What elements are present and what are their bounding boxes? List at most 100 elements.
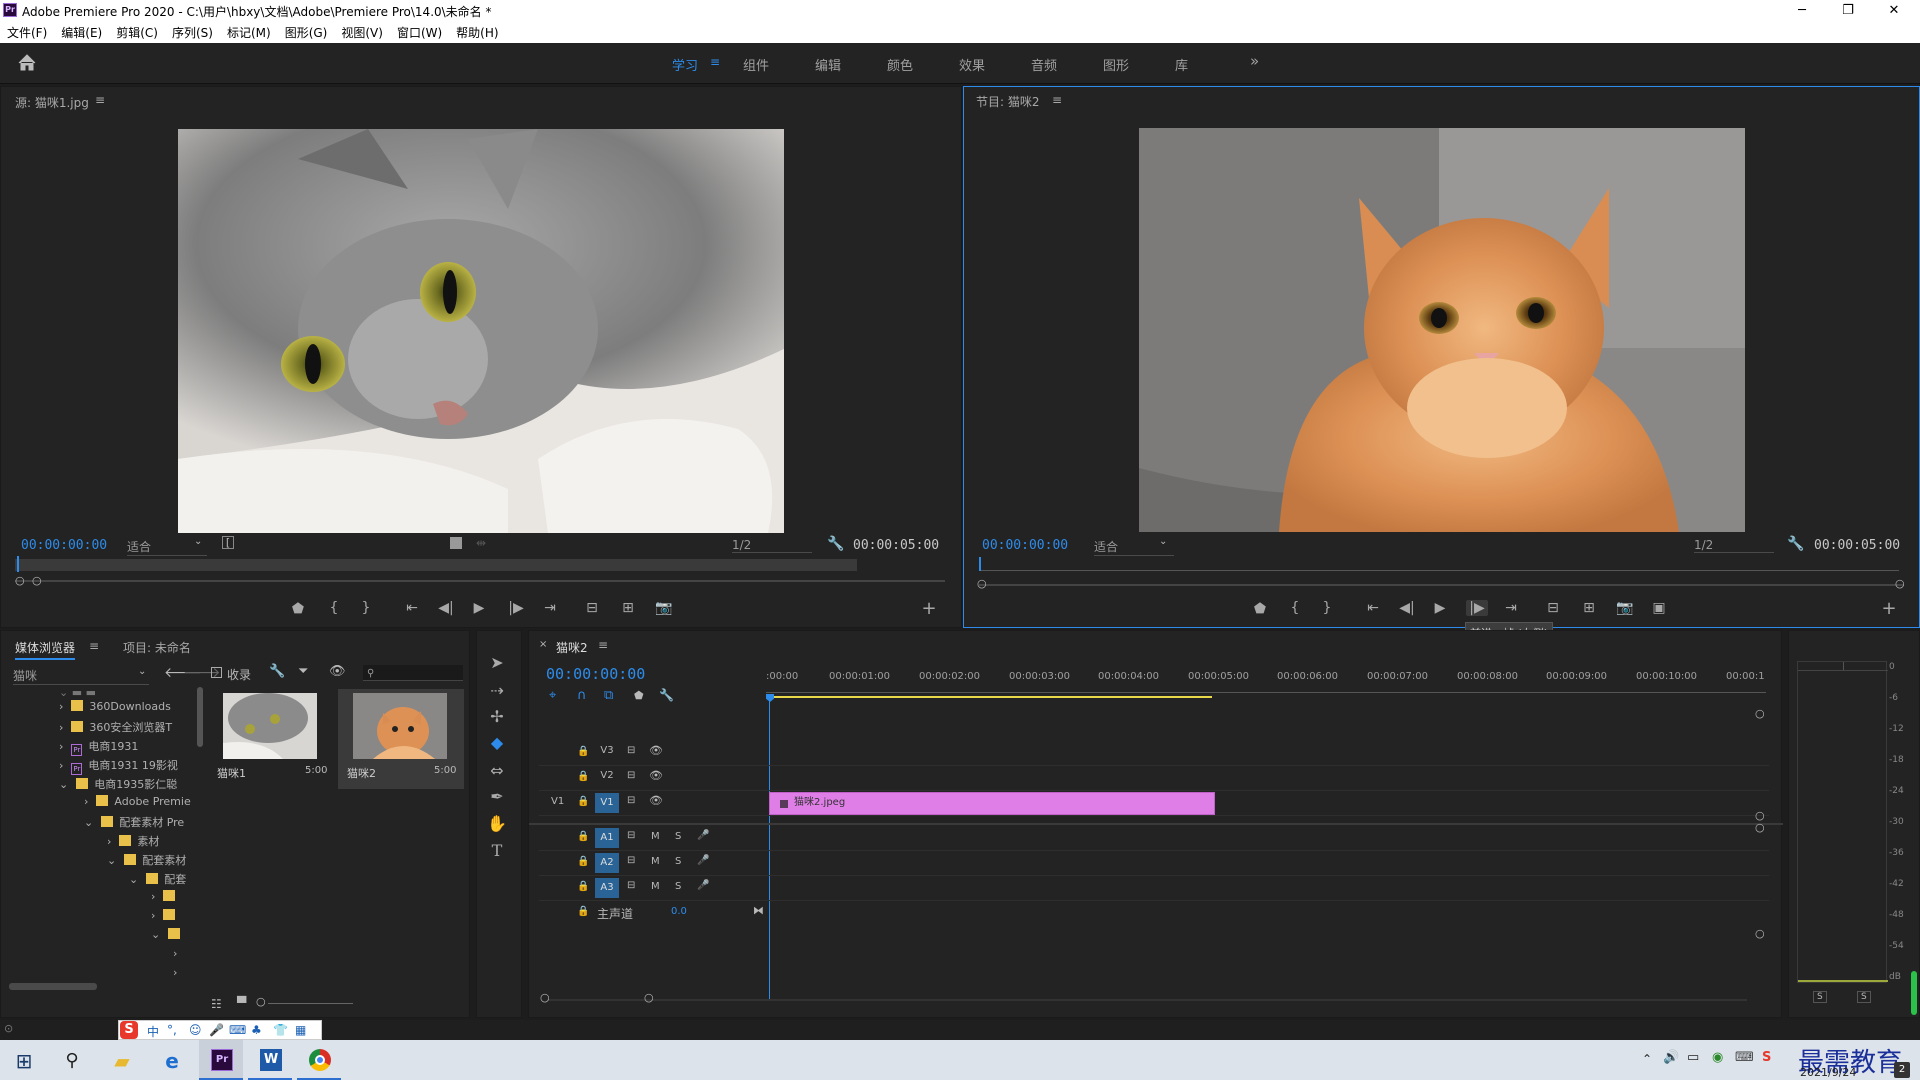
restore-icon[interactable]: ❐: [1825, 0, 1871, 21]
work-area-bar[interactable]: [766, 696, 1212, 698]
menu-edit[interactable]: 编辑(E): [54, 21, 109, 41]
source-patch[interactable]: V1: [551, 796, 564, 807]
tree-item[interactable]: ⌄: [151, 928, 186, 941]
lock-icon[interactable]: 🔒: [577, 796, 589, 807]
ime-item[interactable]: 中: [147, 1023, 159, 1040]
solo-button[interactable]: S: [675, 881, 681, 892]
video-clip[interactable]: 猫咪2.jpeg: [769, 792, 1215, 815]
v-scroll-handle[interactable]: ○: [1755, 927, 1765, 940]
windows-start-icon[interactable]: ⊞: [4, 1046, 44, 1076]
chrome-task-button[interactable]: [297, 1040, 341, 1080]
tree-item[interactable]: ⌄ 配套素材 Pre: [84, 814, 184, 830]
camera-icon[interactable]: 📷: [1614, 600, 1636, 616]
tree-item[interactable]: ⌄ 配套素材: [107, 852, 186, 868]
go-to-in-icon[interactable]: ⇤: [1362, 600, 1384, 616]
menu-marker[interactable]: 标记(M): [220, 21, 278, 41]
track-label[interactable]: A2: [595, 853, 619, 873]
solo-button[interactable]: S: [1813, 991, 1827, 1003]
zoom-handle-left[interactable]: ○: [15, 574, 25, 587]
tree-item[interactable]: ›: [151, 909, 181, 922]
ime-item[interactable]: 👕: [273, 1023, 288, 1037]
tree-item[interactable]: › Pr 电商1931 19影视: [59, 757, 178, 775]
master-volume[interactable]: 0.0: [671, 906, 687, 917]
lift-icon[interactable]: ⊟: [1542, 600, 1564, 616]
timeline-h-scrollbar[interactable]: [547, 999, 1747, 1001]
tab-learn[interactable]: 学习: [672, 55, 698, 74]
zoom-slider[interactable]: [268, 1003, 353, 1004]
tab-graphics[interactable]: 图形: [1103, 55, 1129, 74]
pen-tool-icon[interactable]: ✒: [477, 787, 517, 806]
microphone-icon[interactable]: 🎤: [697, 880, 709, 891]
program-zoom-bar[interactable]: [979, 584, 1904, 586]
file-explorer-icon[interactable]: ▰: [102, 1046, 142, 1076]
tray-chevron-icon[interactable]: ⌃: [1642, 1052, 1652, 1066]
lock-icon[interactable]: 🔒: [577, 771, 589, 782]
insert-icon[interactable]: ⊟: [581, 600, 603, 616]
nest-icon[interactable]: ⌖: [549, 688, 556, 703]
type-tool-icon[interactable]: T: [477, 841, 517, 860]
program-resolution-dropdown[interactable]: 1/2: [1694, 538, 1774, 553]
v-scroll-handle[interactable]: ○: [1755, 821, 1765, 834]
go-to-in-icon[interactable]: ⇤: [401, 600, 423, 616]
play-icon[interactable]: ▶: [468, 600, 490, 616]
menu-help[interactable]: 帮助(H): [449, 21, 505, 41]
lock-icon[interactable]: 🔒: [577, 746, 589, 757]
razor-tool-icon[interactable]: ◆: [477, 733, 517, 752]
tree-expand-icon[interactable]: ›: [173, 966, 177, 979]
icon-view-icon[interactable]: ▀: [237, 996, 246, 1010]
add-button-icon[interactable]: +: [1878, 598, 1900, 619]
wrench-icon[interactable]: 🔧: [1787, 536, 1804, 552]
solo-button[interactable]: S: [675, 856, 681, 867]
volume-icon[interactable]: 🔊: [1663, 1050, 1679, 1065]
step-back-icon[interactable]: ◀|: [435, 600, 457, 616]
drag-audio-icon[interactable]: ⇹: [476, 536, 486, 550]
overwrite-icon[interactable]: ⊞: [617, 600, 639, 616]
step-forward-icon[interactable]: |▶: [1466, 600, 1488, 616]
tree-h-scrollbar[interactable]: [9, 983, 97, 990]
meter-scrollbar[interactable]: [1911, 971, 1917, 1015]
panel-menu-icon[interactable]: ≡: [95, 93, 105, 107]
hand-tool-icon[interactable]: ✋: [477, 814, 517, 833]
mark-in-icon[interactable]: {: [1284, 600, 1306, 616]
compare-view-icon[interactable]: ▣: [1648, 600, 1670, 616]
ime-item[interactable]: °,: [167, 1023, 177, 1037]
lock-icon[interactable]: 🔒: [577, 831, 589, 842]
network-icon[interactable]: ▭: [1687, 1050, 1699, 1065]
sogou-logo-icon[interactable]: S: [120, 1021, 138, 1039]
source-video-frame[interactable]: [178, 129, 784, 533]
menu-clip[interactable]: 剪辑(C): [109, 21, 165, 41]
ime-item[interactable]: ⌨: [229, 1023, 246, 1037]
sync-lock-icon[interactable]: ⊟: [627, 880, 635, 891]
menu-window[interactable]: 窗口(W): [390, 21, 449, 41]
v-scroll-handle[interactable]: ○: [1755, 707, 1765, 720]
tab-audio[interactable]: 音频: [1031, 55, 1057, 74]
eye-icon[interactable]: 👁: [649, 769, 663, 782]
sync-lock-icon[interactable]: ⊟: [627, 795, 635, 806]
timeline-settings-icon[interactable]: 🔧: [659, 688, 674, 702]
location-dropdown[interactable]: 猫咪: [13, 667, 149, 685]
program-monitor-title[interactable]: 节目: 猫咪2: [976, 93, 1040, 110]
workspace-menu-icon[interactable]: ≡: [710, 55, 720, 69]
marker-icon[interactable]: ⬟: [1249, 601, 1271, 617]
close-icon[interactable]: ✕: [1871, 0, 1917, 21]
close-tab-icon[interactable]: ×: [539, 639, 547, 650]
media-item[interactable]: 猫咪1 5:00: [213, 689, 333, 789]
settings-toggle-icon[interactable]: [: [222, 536, 234, 549]
add-marker-icon[interactable]: ⬟: [634, 689, 644, 702]
premiere-task-button[interactable]: Pr: [199, 1040, 243, 1080]
marker-icon[interactable]: ⬟: [287, 601, 309, 617]
tree-item[interactable]: › 360安全浏览器T: [59, 719, 172, 735]
step-forward-icon[interactable]: |▶: [505, 600, 527, 616]
tree-item[interactable]: ⌄ 电商1935影仁聪: [59, 776, 177, 792]
sync-lock-icon[interactable]: ⊟: [627, 770, 635, 781]
search-input[interactable]: ⚲: [363, 665, 463, 681]
timeline-tab[interactable]: 猫咪2: [556, 639, 588, 656]
mute-button[interactable]: M: [651, 831, 660, 842]
menu-sequence[interactable]: 序列(S): [165, 21, 220, 41]
zoom-handle-right[interactable]: ○: [1895, 577, 1905, 590]
tab-editing[interactable]: 编辑: [815, 55, 841, 74]
extract-icon[interactable]: ⊞: [1578, 600, 1600, 616]
zoom-handle-right[interactable]: ○: [644, 991, 654, 1004]
drag-video-icon[interactable]: [450, 537, 462, 549]
panel-menu-icon[interactable]: ≡: [1052, 93, 1062, 107]
